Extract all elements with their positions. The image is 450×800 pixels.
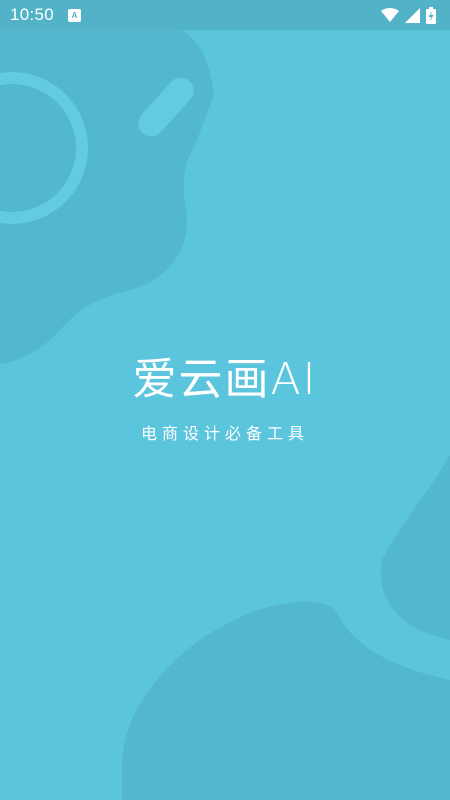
splash-center: 爱云画AI 电商设计必备工具 bbox=[0, 350, 450, 446]
status-time: 10:50 bbox=[10, 5, 55, 24]
wifi-icon bbox=[381, 8, 399, 22]
splash-screen: 10:50 A 爱云画AI 电商设计必备工具 bbox=[0, 0, 450, 800]
notification-icon: A bbox=[68, 8, 82, 22]
app-title: 爱云画AI bbox=[132, 354, 318, 405]
decor-bottom-shape bbox=[122, 601, 450, 800]
decor-bottom-right-shape bbox=[380, 455, 450, 640]
status-left: 10:50 A bbox=[10, 5, 82, 25]
app-slogan: 电商设计必备工具 bbox=[140, 424, 309, 443]
status-bar: 10:50 A bbox=[0, 0, 450, 30]
status-right bbox=[381, 6, 436, 24]
battery-charging-icon bbox=[426, 6, 436, 24]
cell-signal-icon bbox=[405, 7, 420, 23]
